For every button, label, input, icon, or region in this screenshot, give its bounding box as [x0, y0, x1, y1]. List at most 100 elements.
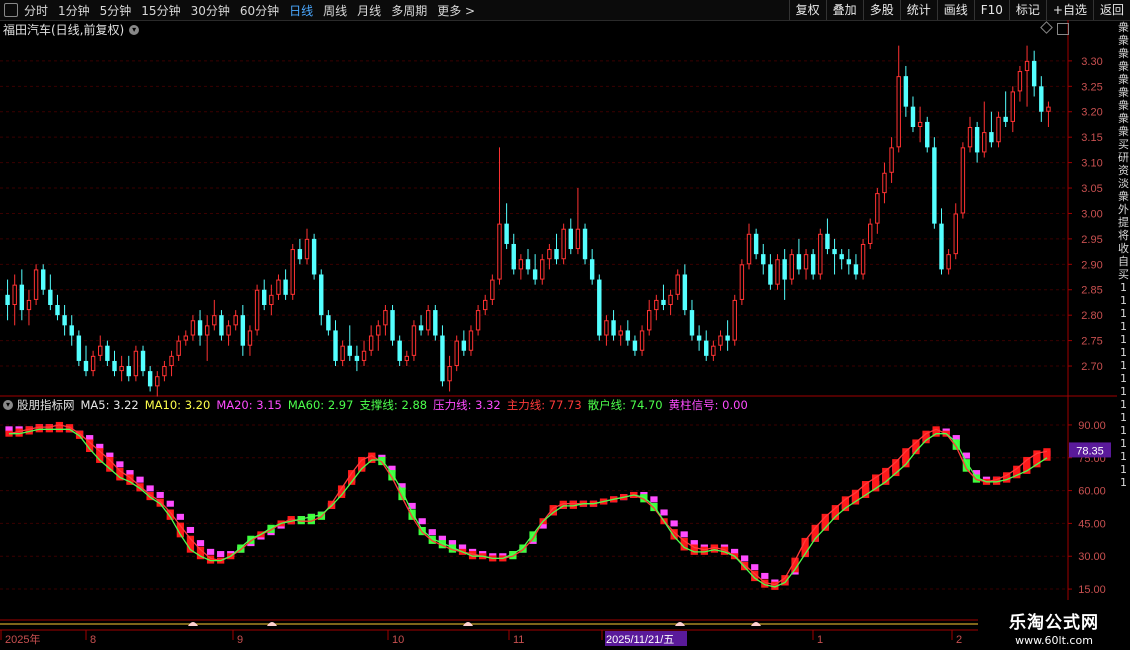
candle-body [55, 305, 60, 316]
side-panel-char: 买 [1118, 268, 1129, 281]
candle [319, 269, 324, 326]
candle [746, 223, 752, 270]
side-panel-char: 衆 [1118, 190, 1129, 203]
candle [475, 305, 481, 336]
candle [454, 335, 459, 372]
candle-body [90, 355, 96, 372]
candle [183, 330, 189, 346]
candle-body [867, 223, 873, 244]
candle-body [254, 289, 260, 331]
indicator-legend: ▾ 股朋指标网 MA5: 3.22 MA10: 3.20 MA20: 3.15 MA6… [3, 397, 754, 413]
indicator-tick-label: 45.00 [1078, 518, 1106, 530]
date-label: 8 [90, 634, 96, 646]
chevron-down-icon[interactable]: ▾ [3, 400, 13, 410]
candle-body [404, 355, 410, 361]
candle [19, 269, 25, 321]
pressure-bar [761, 572, 769, 579]
candle [262, 279, 267, 311]
candle-body [297, 249, 303, 260]
candle [204, 315, 210, 361]
candle [974, 121, 980, 163]
side-panel-char: 买 [1118, 138, 1129, 151]
main-retail-bar [45, 424, 53, 433]
candle-body [5, 294, 10, 305]
candle-body [882, 172, 887, 194]
candle [383, 305, 388, 336]
candle-body [290, 249, 295, 295]
candle-body [825, 233, 830, 250]
side-panel-char: 衆 [1118, 112, 1129, 125]
pressure-bar [741, 555, 749, 562]
candle-body [319, 274, 324, 316]
chart-canvas[interactable]: 3.30 3.25 3.20 3.15 3.10 3.05 3.00 2.95 2.90 2.85… [0, 0, 1130, 650]
candle-body [440, 335, 445, 382]
candle-body [368, 335, 374, 351]
candle-body [1046, 106, 1051, 112]
main-retail-bar [529, 531, 537, 542]
candle-body [240, 315, 246, 346]
candle-body [732, 299, 737, 341]
candle [447, 355, 452, 392]
candle-body [490, 279, 495, 300]
candle-body [126, 366, 131, 377]
side-panel-char: 1 [1120, 307, 1127, 320]
candle [98, 335, 103, 361]
candle [62, 305, 67, 336]
pressure-bar [670, 520, 678, 527]
candle-body [26, 299, 32, 311]
candle-body [397, 340, 402, 361]
candle [433, 305, 438, 341]
candle-body [518, 259, 524, 270]
candle-body [597, 279, 602, 336]
candle-body [12, 284, 17, 305]
candle [675, 269, 680, 300]
pressure-bar [751, 564, 759, 571]
candle [226, 320, 231, 346]
candle [611, 310, 616, 341]
candle-body [76, 335, 82, 361]
candle-body [661, 299, 666, 305]
candle [654, 294, 659, 321]
candle [689, 299, 695, 341]
pressure-bar [660, 509, 668, 516]
candle-body [946, 254, 951, 270]
grid-layer [0, 20, 1117, 631]
candle-body [996, 116, 1001, 143]
candle [796, 238, 802, 275]
candle-body [982, 132, 987, 153]
date-label: 10 [392, 634, 404, 646]
indicator-tick-label: 15.00 [1078, 584, 1106, 596]
candle [26, 289, 32, 326]
chevron-down-icon[interactable]: ▾ [129, 24, 140, 35]
candle-body [454, 340, 459, 367]
candle-body [796, 254, 802, 270]
diamond-icon[interactable] [1040, 21, 1053, 34]
candle [304, 228, 310, 265]
candle-body [169, 355, 174, 367]
candle-body [461, 340, 467, 351]
candle [661, 284, 666, 311]
candle-body [326, 315, 331, 331]
side-panel-char: 1 [1120, 476, 1127, 489]
candle-body [504, 223, 509, 244]
candle-body [347, 345, 352, 356]
candle [889, 137, 894, 183]
candle-body [1003, 116, 1008, 122]
candle-body [896, 76, 901, 148]
candle-body [860, 243, 866, 275]
candle [860, 238, 866, 280]
candle [532, 254, 538, 285]
candle-body [333, 330, 338, 361]
side-panel-char: 1 [1120, 385, 1127, 398]
indicator-tick-label: 30.00 [1078, 551, 1106, 563]
date-label: 2025/11/21/五 [606, 634, 674, 646]
candle-body [340, 345, 345, 361]
candle [582, 223, 588, 265]
candle-body [725, 335, 730, 341]
panel-toggle-icon[interactable] [1057, 23, 1069, 35]
candle [803, 249, 809, 280]
candle-body [162, 366, 167, 377]
side-panel-char: 资 [1118, 164, 1129, 177]
candle [732, 294, 737, 346]
side-panel-char: 研 [1118, 151, 1129, 164]
